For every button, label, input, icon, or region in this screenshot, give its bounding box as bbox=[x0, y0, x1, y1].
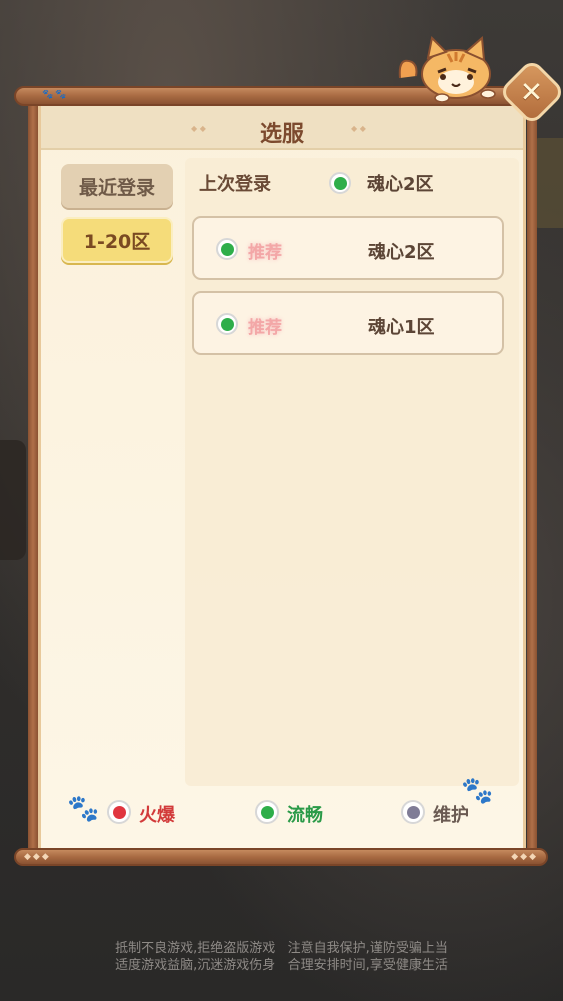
tab-recent-login[interactable]: 最近登录 bbox=[61, 164, 173, 208]
server-card[interactable]: 推荐 魂心1区 bbox=[192, 291, 504, 355]
status-smooth-icon bbox=[216, 238, 238, 260]
last-login-label: 上次登录 bbox=[199, 174, 271, 195]
scroll-post-left bbox=[28, 100, 38, 852]
diamond-ornament-icon: ◆◆◆ bbox=[511, 852, 538, 862]
scroll-rod-bottom: ◆◆◆ ◆◆◆ bbox=[14, 848, 548, 866]
status-smooth-icon bbox=[216, 313, 238, 335]
server-card[interactable]: 推荐 魂心2区 bbox=[192, 216, 504, 280]
health-notice-line-2: 适度游戏益脑,沉迷游戏伤身 合理安排时间,享受健康生活 bbox=[115, 958, 448, 973]
cat-mascot-icon bbox=[398, 36, 496, 102]
background-side-button bbox=[533, 138, 563, 228]
scroll-post-right bbox=[527, 100, 537, 852]
paw-print-icon: 🐾 bbox=[67, 794, 100, 824]
status-hot-icon bbox=[107, 800, 131, 824]
recommend-tag: 推荐 bbox=[248, 318, 282, 338]
status-smooth-icon bbox=[255, 800, 279, 824]
server-name: 魂心1区 bbox=[368, 317, 435, 338]
background-character bbox=[0, 440, 26, 560]
close-icon: ✕ bbox=[520, 75, 544, 109]
server-select-panel: ◆ ◆ 选服 ◆ ◆ 最近登录 1-20区 上次登录 魂心2区 推荐 魂心2区 … bbox=[38, 104, 526, 850]
title-ornament-right: ◆ ◆ bbox=[351, 124, 366, 133]
legend-hot-label: 火爆 bbox=[139, 805, 175, 826]
legend-smooth-label: 流畅 bbox=[287, 805, 323, 826]
recommend-tag: 推荐 bbox=[248, 243, 282, 263]
health-notice: 抵制不良游戏,拒绝盗版游戏 注意自我保护,谨防受骗上当 适度游戏益脑,沉迷游戏伤… bbox=[0, 940, 563, 974]
title-bar: ◆ ◆ 选服 ◆ ◆ bbox=[41, 104, 523, 150]
health-notice-line-1: 抵制不良游戏,拒绝盗版游戏 注意自我保护,谨防受骗上当 bbox=[115, 941, 448, 956]
tab-server-range[interactable]: 1-20区 bbox=[61, 217, 173, 263]
last-login-row[interactable]: 上次登录 魂心2区 bbox=[199, 168, 519, 200]
diamond-ornament-icon: ◆◆◆ bbox=[24, 852, 51, 862]
paw-print-icon: 🐾🐾 bbox=[42, 90, 69, 100]
status-maintenance-icon bbox=[401, 800, 425, 824]
dialog-title: 选服 bbox=[259, 122, 304, 147]
last-login-server-name: 魂心2区 bbox=[367, 174, 434, 195]
legend-maintenance-label: 维护 bbox=[433, 805, 469, 826]
status-smooth-icon bbox=[329, 172, 351, 194]
server-name: 魂心2区 bbox=[368, 242, 435, 263]
